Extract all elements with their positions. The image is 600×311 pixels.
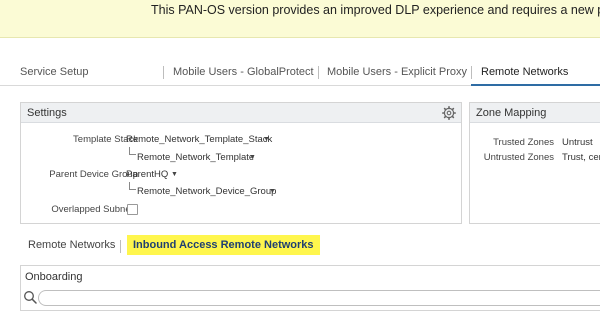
active-tab-indicator xyxy=(471,84,600,86)
template-select[interactable]: Remote_Network_Template xyxy=(137,152,254,163)
tab-inbound-access-remote-networks[interactable]: Inbound Access Remote Networks xyxy=(127,235,320,255)
notification-banner: This PAN-OS version provides an improved… xyxy=(0,0,600,38)
tab-remote-networks-list[interactable]: Remote Networks xyxy=(28,239,115,251)
tab-separator xyxy=(318,66,319,79)
zone-mapping-panel: Zone Mapping Trusted Zones Untrust Untru… xyxy=(469,102,600,224)
settings-title: Settings xyxy=(27,107,67,119)
tab-mobile-users-globalprotect[interactable]: Mobile Users - GlobalProtect xyxy=(173,66,314,78)
untrusted-zones-label: Untrusted Zones xyxy=(483,152,554,163)
device-group-select[interactable]: Remote_Network_Device_Group xyxy=(137,186,276,197)
tree-connector xyxy=(129,182,136,190)
sub-tab-bar: Remote Networks Inbound Access Remote Ne… xyxy=(20,235,600,259)
chevron-down-icon[interactable]: ▼ xyxy=(263,136,270,143)
template-stack-select[interactable]: Remote_Network_Template_Stack xyxy=(126,134,272,145)
tab-mobile-users-explicit-proxy[interactable]: Mobile Users - Explicit Proxy xyxy=(327,66,467,78)
chevron-down-icon[interactable]: ▼ xyxy=(269,188,276,195)
onboarding-title: Onboarding xyxy=(25,271,83,283)
trusted-zones-value: Untrust xyxy=(562,137,593,148)
search-input[interactable] xyxy=(38,290,600,306)
trusted-zones-label: Trusted Zones xyxy=(493,137,554,148)
parent-device-group-label: Parent Device Group xyxy=(49,169,138,180)
untrusted-zones-value: Trust, cent xyxy=(562,152,600,163)
chevron-down-icon[interactable]: ▼ xyxy=(249,154,256,161)
tab-remote-networks[interactable]: Remote Networks xyxy=(481,66,568,78)
tab-separator xyxy=(163,66,164,79)
chevron-down-icon[interactable]: ▼ xyxy=(171,171,178,178)
tab-service-setup[interactable]: Service Setup xyxy=(20,66,88,78)
tree-connector xyxy=(129,147,136,155)
top-tab-bar: Service Setup Mobile Users - GlobalProte… xyxy=(0,62,600,86)
banner-text: This PAN-OS version provides an improved… xyxy=(151,3,600,17)
tab-separator xyxy=(120,240,121,253)
zone-mapping-header: Zone Mapping xyxy=(470,103,600,123)
search-icon xyxy=(23,290,37,304)
overlapped-subnets-checkbox[interactable] xyxy=(127,204,138,215)
gear-icon[interactable] xyxy=(442,106,456,120)
overlapped-subnets-label: Overlapped Subnets xyxy=(51,204,138,215)
parent-device-group-select[interactable]: ParentHQ xyxy=(126,169,168,180)
zone-mapping-title: Zone Mapping xyxy=(476,107,547,119)
settings-header: Settings xyxy=(21,103,461,123)
settings-panel: Settings Template Stack Remote_Network_T… xyxy=(20,102,462,224)
tab-separator xyxy=(471,66,472,79)
onboarding-panel: Onboarding xyxy=(20,265,600,311)
